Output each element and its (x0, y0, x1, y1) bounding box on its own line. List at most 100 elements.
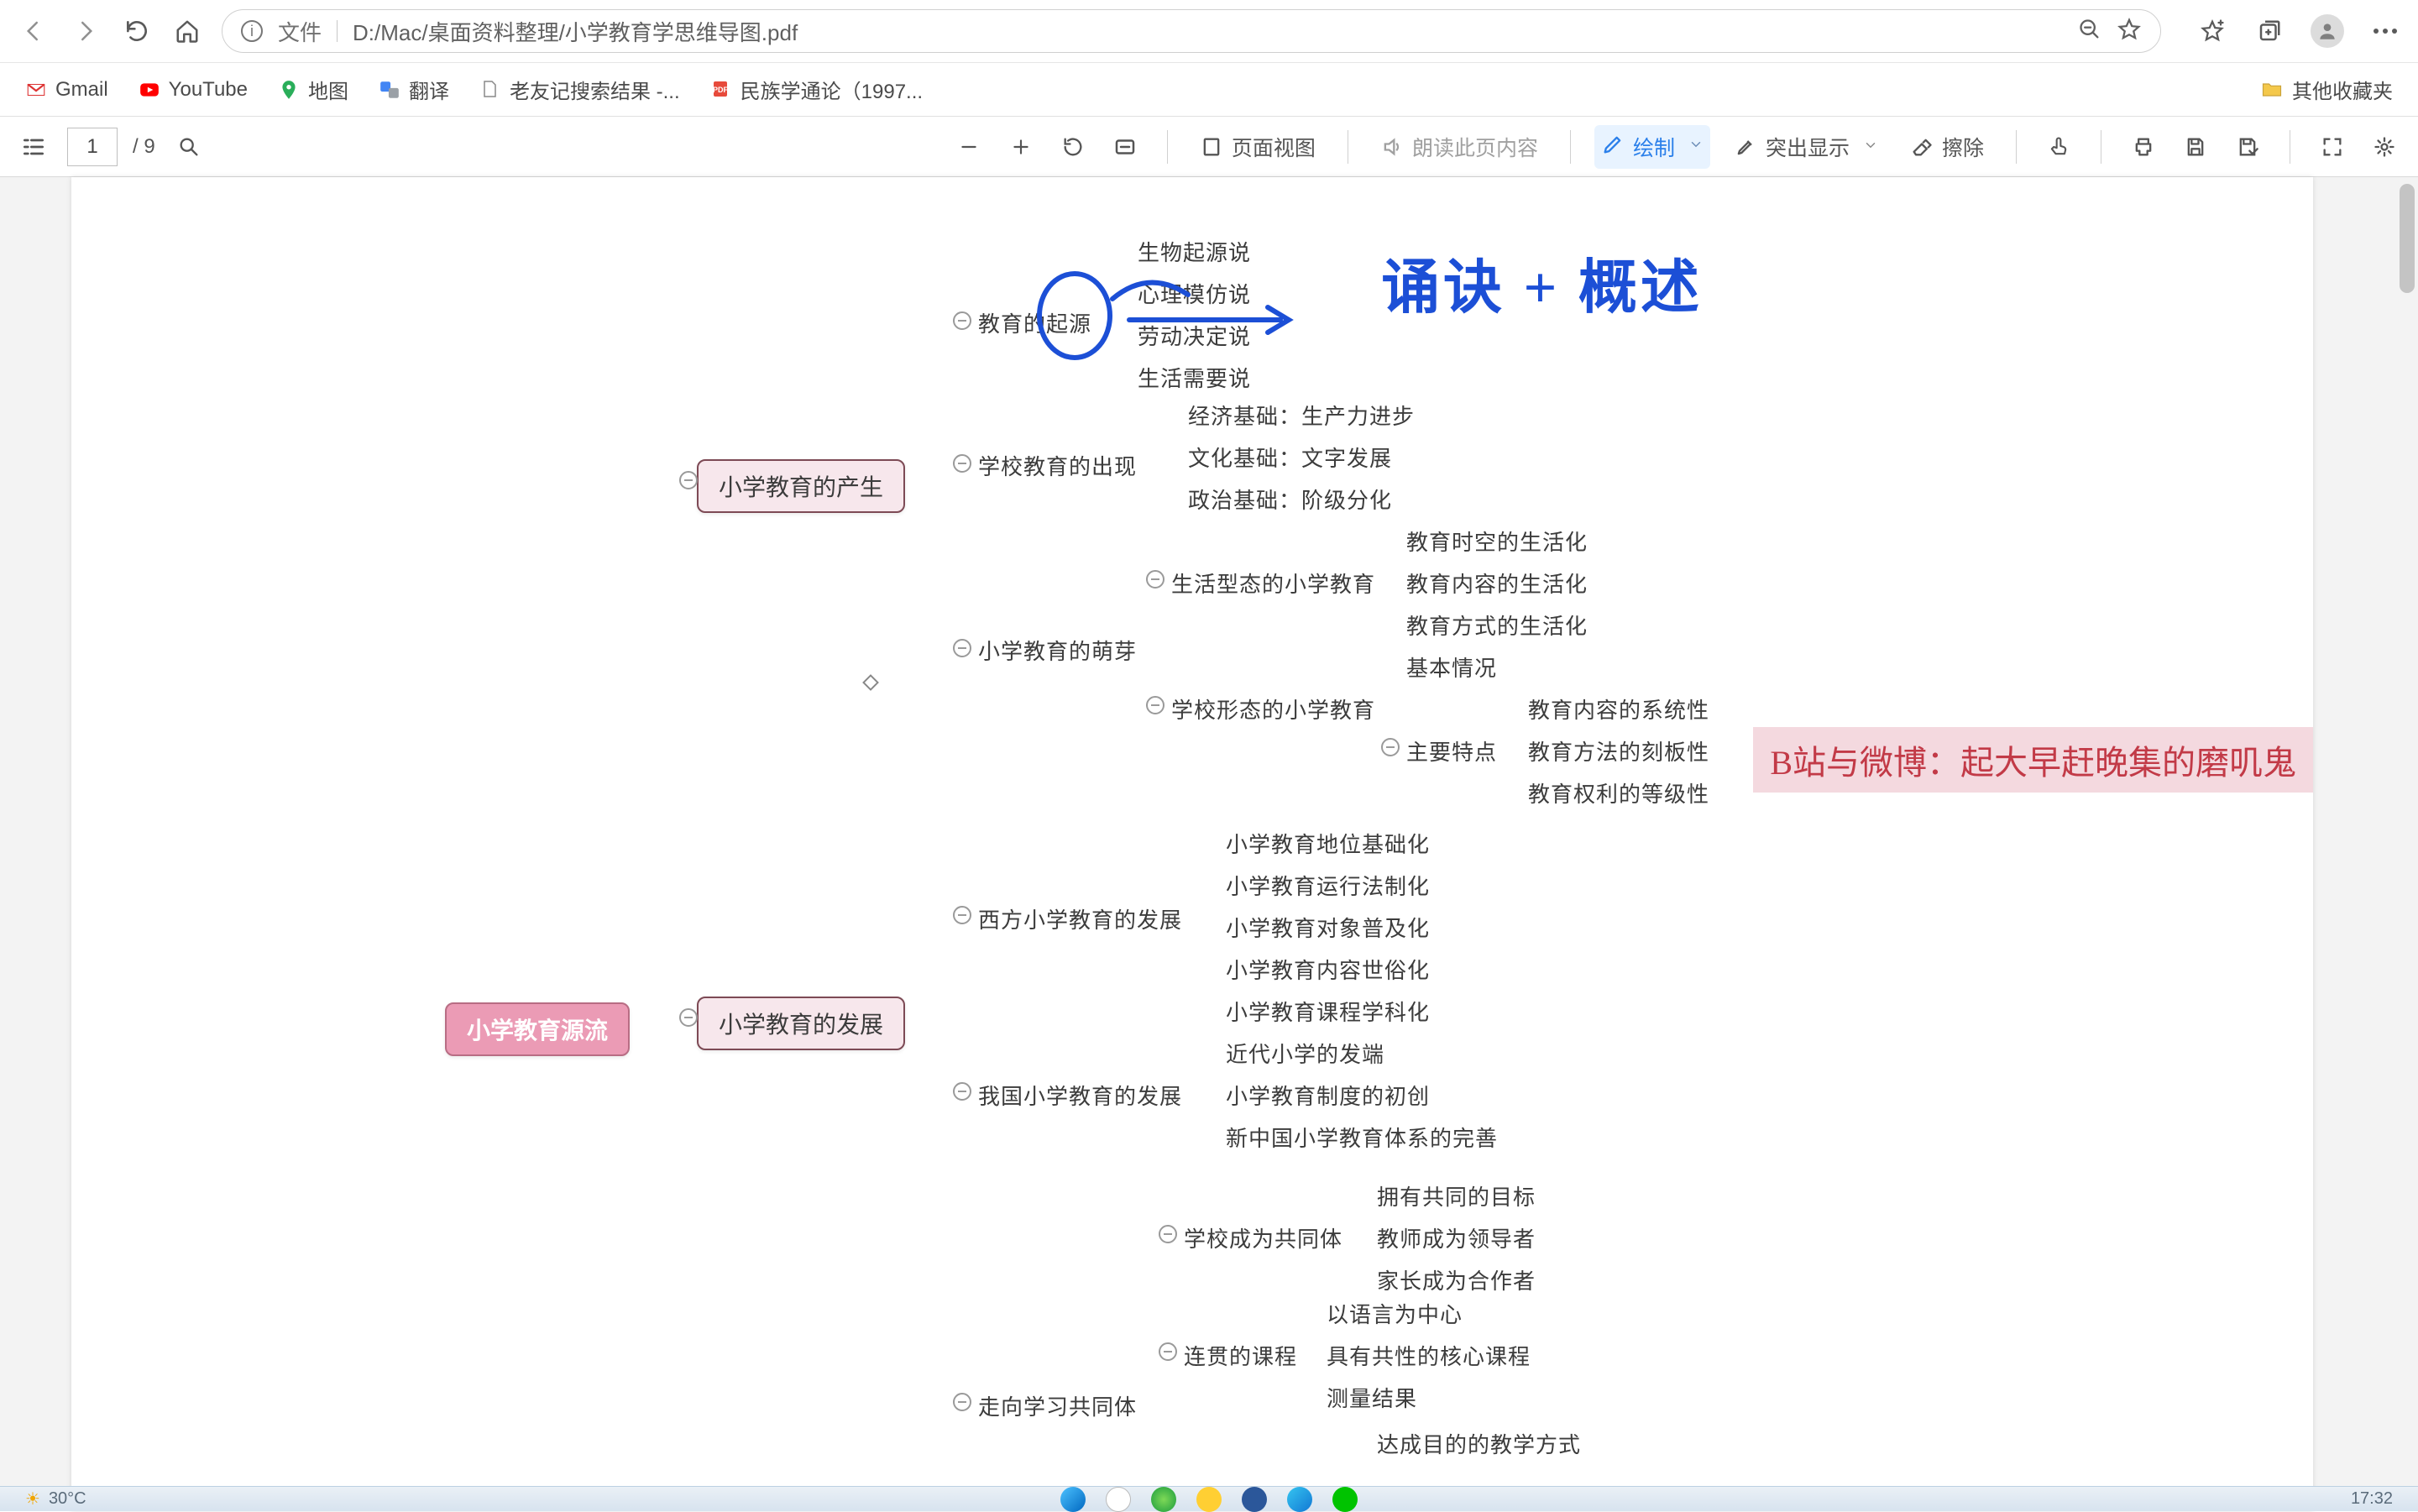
collapse-toggle[interactable] (1159, 1225, 1177, 1243)
bookmark-minzuxue[interactable]: PDF 民族学通论（1997... (710, 75, 923, 104)
print-icon[interactable] (2125, 128, 2162, 165)
bookmark-youtube[interactable]: YouTube (139, 78, 248, 102)
wechat-icon[interactable] (1332, 1487, 1358, 1512)
explorer-icon[interactable] (1196, 1487, 1222, 1512)
collapse-toggle[interactable] (953, 639, 971, 657)
mindmap-node: 家长成为合作者 (1377, 1264, 1536, 1295)
more-icon[interactable] (2369, 15, 2401, 47)
handwriting-text: 诵诀 + 概述 (1381, 240, 1703, 325)
zoom-out-icon[interactable] (950, 128, 987, 165)
mindmap-node: 心理模仿说 (1138, 278, 1251, 309)
address-bar[interactable]: i 文件 D:/Mac/桌面资料整理/小学教育学思维导图.pdf (222, 9, 2161, 53)
draw-button[interactable]: 绘制 (1594, 125, 1710, 169)
pdf-page: 小学教育源流 小学教育的产生 小学教育的发展 教育的起源 生物起源说 心理模仿说… (71, 177, 2313, 1511)
mindmap-node: 教育方式的生活化 (1406, 610, 1588, 641)
mindmap-node: 基本情况 (1406, 651, 1497, 683)
mindmap-node: 主要特点 (1406, 735, 1497, 766)
read-aloud-label: 朗读此页内容 (1412, 132, 1538, 162)
other-bookmarks-folder[interactable]: 其他收藏夹 (2260, 75, 2393, 104)
chevron-down-icon[interactable] (1688, 137, 1704, 156)
address-path: D:/Mac/桌面资料整理/小学教育学思维导图.pdf (353, 16, 2063, 47)
collapse-toggle[interactable] (953, 906, 971, 924)
taskbar-center-apps[interactable] (1060, 1487, 1358, 1512)
erase-button[interactable]: 擦除 (1902, 128, 1992, 166)
collapse-toggle[interactable] (953, 1393, 971, 1411)
read-aloud-icon (1380, 135, 1404, 159)
mindmap-node: 学校形态的小学教育 (1171, 693, 1375, 725)
highlight-button[interactable]: 突出显示 (1725, 128, 1887, 166)
mindmap-branch-1: 小学教育的产生 (697, 459, 905, 513)
bookmark-gmail[interactable]: Gmail (25, 78, 108, 102)
bookmark-label: 地图 (308, 75, 348, 104)
back-button[interactable] (17, 14, 50, 48)
find-icon[interactable] (170, 128, 207, 165)
collections-icon[interactable] (2253, 15, 2285, 47)
mindmap-root: 小学教育源流 (445, 1002, 630, 1056)
collapse-toggle[interactable] (1146, 696, 1165, 714)
diamond-marker (862, 674, 879, 691)
mindmap-node: 西方小学教育的发展 (978, 903, 1182, 934)
chevron-down-icon[interactable] (1863, 134, 1878, 159)
mindmap-node: 小学教育对象普及化 (1226, 912, 1430, 943)
draw-label: 绘制 (1633, 132, 1675, 162)
refresh-button[interactable] (121, 15, 153, 47)
collapse-toggle[interactable] (1381, 738, 1400, 756)
mindmap-node: 新中国小学教育体系的完善 (1226, 1122, 1498, 1153)
save-as-icon[interactable] (2229, 128, 2266, 165)
mindmap-node: 教育的起源 (978, 307, 1091, 338)
favorite-star-icon[interactable] (2117, 17, 2142, 46)
page-number-input[interactable] (67, 128, 118, 166)
scrollbar-thumb[interactable] (2400, 184, 2415, 293)
bookmark-laoyouji[interactable]: 老友记搜索结果 -... (479, 75, 680, 104)
collapse-toggle[interactable] (679, 471, 698, 489)
erase-label: 擦除 (1942, 132, 1984, 162)
collapse-toggle[interactable] (679, 1008, 698, 1027)
search-circle-icon[interactable] (1106, 1487, 1131, 1512)
favorites-icon[interactable] (2196, 15, 2228, 47)
mindmap-node: 教育时空的生活化 (1406, 526, 1588, 557)
site-info-icon[interactable]: i (241, 20, 263, 42)
profile-avatar[interactable] (2311, 14, 2344, 48)
collapse-toggle[interactable] (953, 311, 971, 330)
collapse-toggle[interactable] (953, 454, 971, 473)
taskbar-app-icon[interactable] (1151, 1487, 1176, 1512)
collapse-toggle[interactable] (953, 1082, 971, 1101)
fullscreen-icon[interactable] (2314, 128, 2351, 165)
rotate-icon[interactable] (1055, 128, 1091, 165)
mindmap-node: 教育内容的生活化 (1406, 568, 1588, 599)
word-icon[interactable] (1242, 1487, 1267, 1512)
collapse-toggle[interactable] (1159, 1342, 1177, 1361)
toc-toggle-icon[interactable] (15, 128, 52, 165)
youtube-icon (139, 79, 160, 101)
settings-icon[interactable] (2366, 128, 2403, 165)
mindmap-node: 具有共性的核心课程 (1327, 1340, 1531, 1371)
mindmap-node: 教育方法的刻板性 (1528, 735, 1709, 766)
erase-icon (1910, 135, 1934, 159)
bookmark-translate[interactable]: 翻译 (379, 75, 449, 104)
read-aloud-button[interactable]: 朗读此页内容 (1372, 128, 1547, 166)
page-view-icon (1200, 135, 1223, 159)
taskbar-weather[interactable]: ☀ 30°C (25, 1488, 86, 1509)
zoom-icon[interactable] (2078, 18, 2101, 45)
save-icon[interactable] (2177, 128, 2214, 165)
mindmap-node: 生物起源说 (1138, 236, 1251, 267)
page-view-button[interactable]: 页面视图 (1191, 128, 1324, 166)
start-icon[interactable] (1060, 1487, 1086, 1512)
pdf-viewport[interactable]: 小学教育源流 小学教育的产生 小学教育的发展 教育的起源 生物起源说 心理模仿说… (0, 177, 2418, 1511)
windows-taskbar[interactable]: ☀ 30°C 17:32 (0, 1486, 2418, 1511)
touch-mode-icon[interactable] (2040, 128, 2077, 165)
mindmap-node: 教育权利的等级性 (1528, 777, 1709, 808)
bookmark-maps[interactable]: 地图 (278, 75, 348, 104)
mindmap-node: 拥有共同的目标 (1377, 1180, 1536, 1211)
titlebar-right-icons (2196, 14, 2401, 48)
taskbar-clock[interactable]: 17:32 (2351, 1489, 2393, 1509)
mindmap-node: 测量结果 (1327, 1382, 1417, 1413)
fit-page-icon[interactable] (1107, 128, 1144, 165)
mindmap-branch-2: 小学教育的发展 (697, 997, 905, 1050)
collapse-toggle[interactable] (1146, 570, 1165, 589)
home-button[interactable] (171, 15, 203, 47)
edge-icon[interactable] (1287, 1487, 1312, 1512)
zoom-in-icon[interactable] (1002, 128, 1039, 165)
mindmap-node: 小学教育课程学科化 (1226, 996, 1430, 1027)
pdf-icon: PDF (710, 79, 732, 101)
